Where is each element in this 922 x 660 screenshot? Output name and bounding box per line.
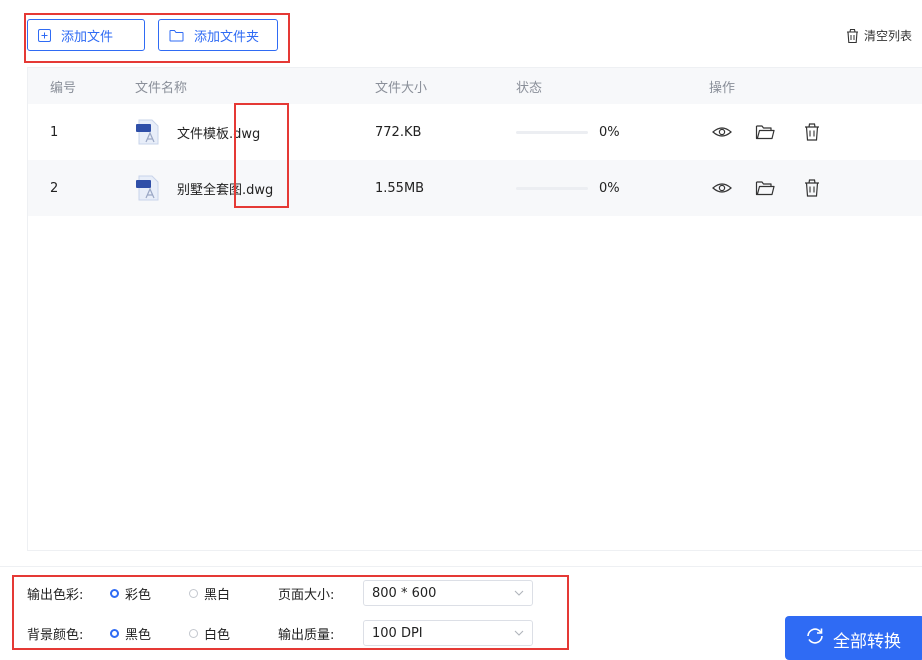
chevron-down-icon [514,630,524,636]
radio-monochrome[interactable]: 黑白 [189,584,230,603]
row-filename: 文件模板.dwg [177,126,261,142]
header-filesize: 文件大小 [375,80,428,96]
radio-color[interactable]: 彩色 [110,584,151,603]
row-filesize: 1.55MB [375,180,425,196]
output-color-row: 输出色彩: 彩色 黑白 页面大小: 800 * 600 [27,579,547,607]
header-filename: 文件名称 [135,80,188,96]
add-file-label: 添加文件 [61,29,114,45]
settings-panel: 输出色彩: 彩色 黑白 页面大小: 800 * 600 背景颜色: 黑色 白色 … [0,566,922,651]
folder-icon [169,29,184,41]
output-color-label: 输出色彩: [27,587,84,603]
dwg-file-icon [136,175,159,201]
page-size-label: 页面大小: [278,587,335,603]
page-size-value: 800 * 600 [372,585,437,601]
progress-bar [516,187,588,190]
add-file-button[interactable]: 添加文件 [27,19,145,51]
radio-black[interactable]: 黑色 [110,624,151,643]
page-size-select[interactable]: 800 * 600 [363,580,533,606]
table-row: 1 文件模板.dwg 772.KB 0% [28,104,922,160]
radio-monochrome-label: 黑白 [204,587,231,603]
table-header: 编号 文件名称 文件大小 状态 操作 [28,68,922,104]
row-index: 2 [50,180,59,196]
eye-icon[interactable] [711,178,733,198]
plus-square-icon [38,28,51,42]
folder-open-icon[interactable] [754,178,776,198]
radio-unchecked-icon [189,628,198,638]
radio-checked-icon [110,588,119,598]
radio-black-label: 黑色 [125,627,152,643]
trash-icon [847,28,858,43]
progress-bar [516,131,588,134]
add-folder-label: 添加文件夹 [194,29,260,45]
background-color-label: 背景颜色: [27,627,84,643]
header-actions: 操作 [709,80,736,96]
radio-white-label: 白色 [204,627,231,643]
output-quality-value: 100 DPI [372,625,423,641]
eye-icon[interactable] [711,122,733,142]
refresh-icon [807,628,823,644]
radio-checked-icon [110,628,119,638]
dwg-file-icon [136,119,159,145]
radio-white[interactable]: 白色 [189,624,230,643]
row-index: 1 [50,124,59,140]
table-row: 2 别墅全套图.dwg 1.55MB 0% [28,160,922,216]
clear-list-label: 清空列表 [864,29,913,43]
trash-icon[interactable] [801,122,823,142]
output-quality-label: 输出质量: [278,627,335,643]
folder-open-icon[interactable] [754,122,776,142]
header-status: 状态 [516,80,543,96]
row-progress-text: 0% [599,124,620,140]
row-filename: 别墅全套图.dwg [177,182,274,198]
row-filename-cell: 文件模板.dwg [135,104,260,160]
background-color-row: 背景颜色: 黑色 白色 输出质量: 100 DPI [27,619,547,647]
row-filename-cell: 别墅全套图.dwg [135,160,273,216]
row-progress-text: 0% [599,180,620,196]
radio-color-label: 彩色 [125,587,152,603]
output-quality-select[interactable]: 100 DPI [363,620,533,646]
radio-unchecked-icon [189,588,198,598]
trash-icon[interactable] [801,178,823,198]
clear-list-button[interactable]: 清空列表 [845,27,912,44]
convert-all-label: 全部转换 [833,632,901,652]
header-index: 编号 [50,80,77,96]
file-list-panel: 编号 文件名称 文件大小 状态 操作 1 文件模板.dwg 772.KB 0% [27,67,922,551]
convert-all-button[interactable]: 全部转换 [785,616,922,660]
chevron-down-icon [514,590,524,596]
row-filesize: 772.KB [375,124,422,140]
add-folder-button[interactable]: 添加文件夹 [158,19,278,51]
